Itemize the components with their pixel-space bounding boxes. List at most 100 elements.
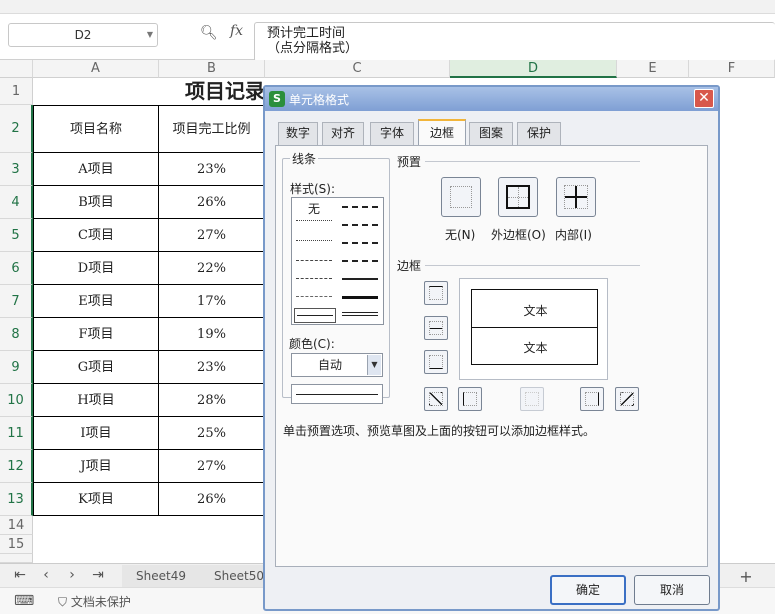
row-header-4[interactable]: 4 <box>0 186 33 219</box>
fx-icon[interactable]: fx <box>230 23 243 39</box>
select-all-corner[interactable] <box>0 60 33 78</box>
table-cell-pct[interactable]: 19% <box>159 318 265 351</box>
row-header-11[interactable]: 11 <box>0 417 33 450</box>
table-cell-pct[interactable]: 28% <box>159 384 265 417</box>
cancel-button[interactable]: 取消 <box>634 575 710 605</box>
border-right-button[interactable] <box>580 387 604 411</box>
row-header-3[interactable]: 3 <box>0 153 33 186</box>
line-style-option[interactable] <box>296 240 332 241</box>
line-style-option[interactable] <box>342 224 378 226</box>
row-header-6[interactable]: 6 <box>0 252 33 285</box>
workbook-icon[interactable]: ⌨ <box>14 593 34 609</box>
table-cell-name[interactable]: B项目 <box>33 186 159 219</box>
row-header-1[interactable]: 1 <box>0 78 33 105</box>
column-header-c[interactable]: C <box>265 60 450 78</box>
chevron-down-icon[interactable]: ▼ <box>147 24 153 46</box>
table-cell-name[interactable]: K项目 <box>33 483 159 516</box>
table-cell-pct[interactable]: 27% <box>159 450 265 483</box>
line-style-option[interactable] <box>342 206 378 208</box>
row-header-9[interactable]: 9 <box>0 351 33 384</box>
row-header-12[interactable]: 12 <box>0 450 33 483</box>
border-left-button[interactable] <box>458 387 482 411</box>
line-style-option[interactable] <box>342 278 378 280</box>
row-header-7[interactable]: 7 <box>0 285 33 318</box>
border-bottom-button[interactable] <box>424 350 448 374</box>
table-cell-name[interactable]: F项目 <box>33 318 159 351</box>
table-cell-name[interactable]: A项目 <box>33 153 159 186</box>
line-style-option[interactable] <box>342 312 378 316</box>
tab-border[interactable]: 边框 <box>418 119 466 146</box>
row-header-15[interactable]: 15 <box>0 535 33 554</box>
column-header-f[interactable]: F <box>689 60 775 78</box>
border-middle-horizontal-button[interactable] <box>424 316 448 340</box>
name-box[interactable]: D2 ▼ <box>8 23 158 47</box>
column-header-b[interactable]: B <box>159 60 265 78</box>
row-header-8[interactable]: 8 <box>0 318 33 351</box>
border-middle-vertical-button[interactable] <box>520 387 544 411</box>
first-sheet-icon[interactable]: ⇤ <box>10 567 30 583</box>
border-diagonal-down-button[interactable] <box>615 387 639 411</box>
line-style-option[interactable] <box>296 278 332 279</box>
column-header-d[interactable]: D <box>450 60 617 78</box>
chevron-down-icon[interactable]: ▼ <box>367 355 381 375</box>
line-style-option[interactable] <box>342 242 378 244</box>
line-style-none[interactable]: 无 <box>308 200 320 217</box>
next-sheet-icon[interactable]: › <box>62 567 82 583</box>
table-cell-name[interactable]: J项目 <box>33 450 159 483</box>
table-cell-pct[interactable]: 23% <box>159 153 265 186</box>
table-cell-pct[interactable]: 22% <box>159 252 265 285</box>
sheet-title[interactable]: 项目记录 <box>33 78 265 105</box>
table-cell-pct[interactable]: 23% <box>159 351 265 384</box>
table-cell-name[interactable]: D项目 <box>33 252 159 285</box>
border-diagonal-up-button[interactable] <box>424 387 448 411</box>
header-cell-project-name[interactable]: 项目名称 <box>33 105 159 153</box>
tab-alignment[interactable]: 对齐 <box>322 122 364 145</box>
header-cell-completion[interactable]: 项目完工比例 <box>159 105 265 153</box>
table-cell-pct[interactable]: 26% <box>159 483 265 516</box>
tab-font[interactable]: 字体 <box>370 122 414 145</box>
row-header-10[interactable]: 10 <box>0 384 33 417</box>
preset-outline-button[interactable] <box>498 177 538 217</box>
line-style-option[interactable] <box>342 260 378 262</box>
table-cell-pct[interactable]: 17% <box>159 285 265 318</box>
row-header-5[interactable]: 5 <box>0 219 33 252</box>
line-style-option[interactable] <box>297 315 333 316</box>
preset-none-button[interactable] <box>441 177 481 217</box>
sheet-tab-49[interactable]: Sheet49 <box>122 565 200 587</box>
column-header-a[interactable]: A <box>33 60 159 78</box>
preset-inside-button[interactable] <box>556 177 596 217</box>
table-cell-pct[interactable]: 25% <box>159 417 265 450</box>
dialog-titlebar[interactable]: S 单元格格式 ✕ <box>265 87 718 111</box>
table-cell-name[interactable]: E项目 <box>33 285 159 318</box>
ok-button[interactable]: 确定 <box>550 575 626 605</box>
line-style-list[interactable]: 无 <box>291 197 384 325</box>
column-header-e[interactable]: E <box>617 60 689 78</box>
table-cell-pct[interactable]: 27% <box>159 219 265 252</box>
tab-pattern[interactable]: 图案 <box>469 122 513 145</box>
table-cell-name[interactable]: G项目 <box>33 351 159 384</box>
border-preview[interactable]: 文本 文本 <box>459 278 608 380</box>
formula-input[interactable]: 预计完工时间 （点分隔格式） <box>254 22 775 62</box>
zoom-search-icon[interactable]: 🔍︎ <box>200 25 218 41</box>
row-header-2[interactable]: 2 <box>0 105 33 153</box>
row-header-14[interactable]: 14 <box>0 516 33 535</box>
table-cell-name[interactable]: I项目 <box>33 417 159 450</box>
table-cell-pct[interactable]: 26% <box>159 186 265 219</box>
line-style-option[interactable] <box>296 260 332 261</box>
close-icon[interactable]: ✕ <box>694 89 714 108</box>
line-style-option[interactable] <box>342 296 378 299</box>
tab-protection[interactable]: 保护 <box>517 122 561 145</box>
prev-sheet-icon[interactable]: ‹ <box>36 567 56 583</box>
app-logo-icon: S <box>269 91 285 107</box>
border-top-button[interactable] <box>424 281 448 305</box>
table-cell-name[interactable]: C项目 <box>33 219 159 252</box>
line-style-option[interactable] <box>296 220 332 221</box>
line-style-option[interactable] <box>296 296 332 297</box>
add-sheet-icon[interactable]: + <box>736 567 756 586</box>
table-cell-name[interactable]: H项目 <box>33 384 159 417</box>
last-sheet-icon[interactable]: ⇥ <box>88 567 108 583</box>
row-header-13[interactable]: 13 <box>0 483 33 516</box>
tab-number[interactable]: 数字 <box>278 122 318 145</box>
color-select[interactable]: 自动 ▼ <box>291 353 383 377</box>
protect-status[interactable]: ⛉ 文档未保护 <box>58 593 131 610</box>
